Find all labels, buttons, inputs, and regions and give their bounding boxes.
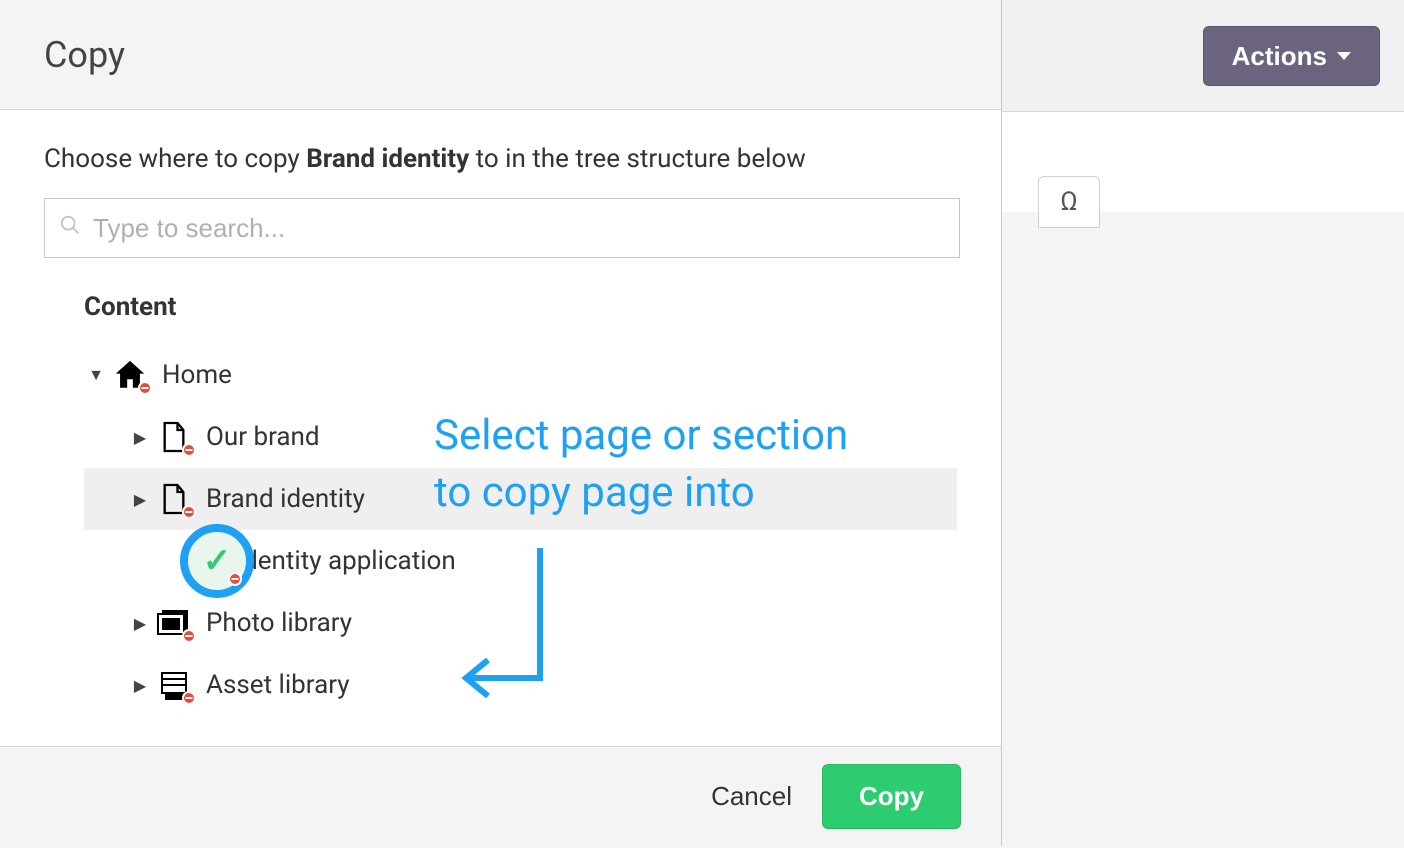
modal-footer: Cancel Copy: [0, 746, 1001, 846]
tree-item-label: Brand identity: [206, 484, 365, 514]
prompt-bold: Brand identity: [306, 144, 469, 174]
status-badge-icon: [182, 443, 196, 457]
tree-root-home[interactable]: ▼ Home: [84, 344, 957, 406]
caret-right-icon[interactable]: ▶: [128, 490, 152, 509]
omega-icon: Ω: [1060, 187, 1077, 217]
tree-header: Content: [84, 292, 957, 322]
tree-item-label: Our brand: [206, 422, 320, 452]
tree-item-label: Asset library: [206, 670, 350, 700]
page-icon: [156, 419, 192, 455]
caret-right-icon[interactable]: ▶: [128, 428, 152, 447]
annotation-line-2: to copy page into: [434, 465, 848, 522]
checkmark-icon: ✓: [203, 541, 232, 581]
actions-button[interactable]: Actions: [1203, 26, 1380, 86]
prompt-suffix: to in the tree structure below: [469, 144, 806, 174]
status-badge-icon: [138, 381, 152, 395]
search-field[interactable]: [44, 198, 960, 258]
cancel-button[interactable]: Cancel: [711, 781, 792, 812]
caret-down-icon[interactable]: ▼: [84, 365, 108, 385]
status-badge-icon: [228, 572, 242, 586]
chevron-down-icon: [1337, 52, 1351, 60]
photo-stack-icon: [156, 605, 192, 641]
prompt-prefix: Choose where to copy: [44, 144, 306, 174]
status-badge-icon: [182, 505, 196, 519]
search-icon: [59, 214, 81, 242]
actions-label: Actions: [1232, 41, 1327, 72]
omega-button[interactable]: Ω: [1038, 176, 1100, 228]
caret-right-icon[interactable]: ▶: [128, 676, 152, 695]
annotation-callout: Select page or section to copy page into: [434, 408, 848, 521]
copy-prompt: Choose where to copy Brand identity to i…: [44, 144, 957, 174]
annotation-line-1: Select page or section: [434, 408, 848, 465]
caret-right-icon[interactable]: ▶: [128, 614, 152, 633]
page-icon: [156, 481, 192, 517]
modal-header: Copy: [0, 0, 1001, 110]
copy-button[interactable]: Copy: [822, 764, 961, 829]
selection-indicator-icon: ✓: [180, 524, 254, 598]
tree-item-label: Identity application: [236, 546, 456, 576]
copy-modal: Copy Choose where to copy Brand identity…: [0, 0, 1002, 846]
status-badge-icon: [182, 691, 196, 705]
asset-icon: [156, 667, 192, 703]
modal-title: Copy: [44, 34, 125, 76]
annotation-arrow-icon: [460, 548, 580, 718]
home-icon: [112, 357, 148, 393]
tree-root-label: Home: [162, 360, 232, 390]
search-input[interactable]: [93, 213, 945, 244]
status-badge-icon: [182, 629, 196, 643]
modal-body: Choose where to copy Brand identity to i…: [0, 110, 1001, 746]
tree-item-label: Photo library: [206, 608, 352, 638]
